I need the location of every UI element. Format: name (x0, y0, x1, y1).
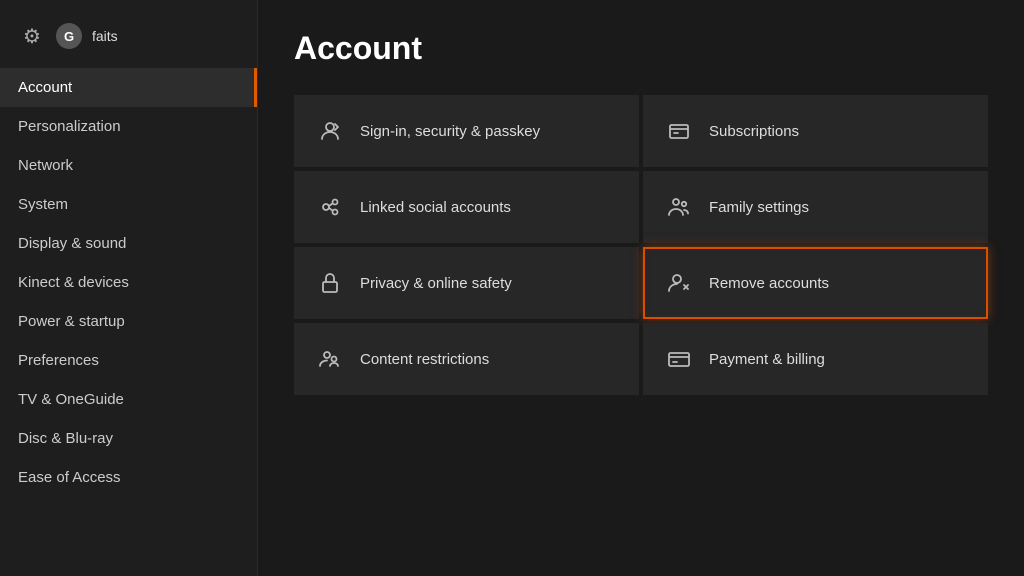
family-settings-label: Family settings (709, 199, 809, 216)
privacy-icon (316, 271, 344, 295)
gear-icon[interactable]: ⚙ (18, 22, 46, 50)
linked-social-icon (316, 195, 344, 219)
content-restrictions-label: Content restrictions (360, 351, 489, 368)
sidebar-item-ease_of_access[interactable]: Ease of Access (0, 458, 257, 497)
sidebar-item-disc__blu-ray[interactable]: Disc & Blu-ray (0, 419, 257, 458)
grid-item-sign-in[interactable]: Sign-in, security & passkey (294, 95, 639, 167)
sign-in-icon (316, 119, 344, 143)
grid-item-family-settings[interactable]: Family settings (643, 171, 988, 243)
grid-item-privacy[interactable]: Privacy & online safety (294, 247, 639, 319)
payment-icon (665, 347, 693, 371)
sign-in-label: Sign-in, security & passkey (360, 123, 540, 140)
grid-item-content-restrictions[interactable]: Content restrictions (294, 323, 639, 395)
sidebar-item-system[interactable]: System (0, 185, 257, 224)
payment-label: Payment & billing (709, 351, 825, 368)
linked-social-label: Linked social accounts (360, 199, 511, 216)
subscriptions-icon (665, 119, 693, 143)
grid-item-payment[interactable]: Payment & billing (643, 323, 988, 395)
sidebar-item-preferences[interactable]: Preferences (0, 341, 257, 380)
sidebar: ⚙ G faits AccountPersonalizationNetworkS… (0, 0, 258, 576)
sidebar-item-network[interactable]: Network (0, 146, 257, 185)
sidebar-item-display__sound[interactable]: Display & sound (0, 224, 257, 263)
sidebar-nav: AccountPersonalizationNetworkSystemDispl… (0, 68, 257, 497)
sidebar-item-tv__oneguide[interactable]: TV & OneGuide (0, 380, 257, 419)
grid-item-subscriptions[interactable]: Subscriptions (643, 95, 988, 167)
remove-accounts-label: Remove accounts (709, 275, 829, 292)
page-title: Account (294, 30, 988, 67)
sidebar-item-account[interactable]: Account (0, 68, 257, 107)
grid-item-remove-accounts[interactable]: Remove accounts (643, 247, 988, 319)
main-content: Account Sign-in, security & passkey Subsc… (258, 0, 1024, 576)
grid-item-linked-social[interactable]: Linked social accounts (294, 171, 639, 243)
username-label: faits (92, 28, 118, 44)
privacy-label: Privacy & online safety (360, 275, 512, 292)
avatar: G (56, 23, 82, 49)
sidebar-item-personalization[interactable]: Personalization (0, 107, 257, 146)
sidebar-item-power__startup[interactable]: Power & startup (0, 302, 257, 341)
sidebar-header: ⚙ G faits (0, 14, 257, 68)
subscriptions-label: Subscriptions (709, 123, 799, 140)
content-restrictions-icon (316, 347, 344, 371)
sidebar-item-kinect__devices[interactable]: Kinect & devices (0, 263, 257, 302)
remove-accounts-icon (665, 271, 693, 295)
family-settings-icon (665, 195, 693, 219)
settings-grid: Sign-in, security & passkey Subscriptions… (294, 95, 988, 395)
